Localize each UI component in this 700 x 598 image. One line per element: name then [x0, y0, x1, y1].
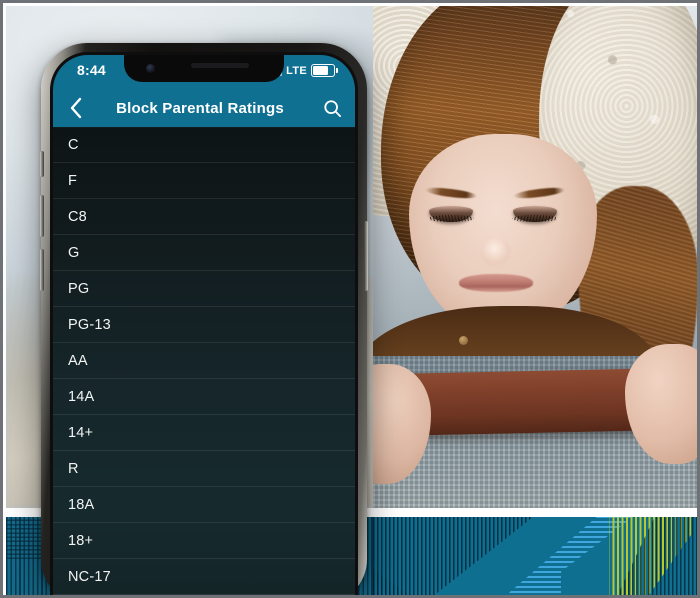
front-camera-icon — [146, 64, 155, 73]
bottom-right-white-strip — [373, 508, 697, 517]
rating-list-item[interactable]: NC-17 — [53, 559, 355, 595]
pattern-wedge-lightblue-small — [501, 563, 561, 595]
parental-ratings-list[interactable]: C F C8 G PG PG-13 AA 14A 14+ R 18A 18+ NC-17 — [53, 127, 355, 595]
volume-up-button[interactable] — [40, 195, 44, 237]
phone-screen: 8:44 LTE Block Parental Ratings C F C8 G… — [53, 55, 355, 595]
power-button[interactable] — [364, 221, 368, 291]
phone-bezel: 8:44 LTE Block Parental Ratings C F C8 G… — [50, 52, 358, 595]
rating-list-item-label: F — [68, 172, 78, 189]
rating-list-item-label: PG-13 — [68, 316, 111, 333]
rating-list-item-label: 18A — [68, 496, 95, 513]
rating-list-item[interactable]: 14A — [53, 379, 355, 415]
volume-down-button[interactable] — [40, 249, 44, 291]
chevron-left-icon — [70, 97, 81, 119]
rating-list-item-label: 18+ — [68, 532, 94, 549]
rating-list-item-label: PG — [68, 280, 90, 297]
child-nose — [481, 238, 511, 268]
rating-list-item[interactable]: G — [53, 235, 355, 271]
rating-list-item[interactable]: AA — [53, 343, 355, 379]
hero-photo-child-with-tablet — [373, 6, 697, 508]
device-notch — [124, 55, 284, 82]
smartphone-mockup: 8:44 LTE Block Parental Ratings C F C8 G… — [40, 43, 368, 595]
search-button[interactable] — [309, 89, 355, 127]
network-type-label: LTE — [286, 64, 307, 77]
rating-list-item-label: C — [68, 137, 79, 153]
child-mouth — [459, 274, 533, 292]
rating-list-item[interactable]: F — [53, 163, 355, 199]
rating-list-item-label: AA — [68, 352, 88, 369]
rating-list-item[interactable]: C — [53, 127, 355, 163]
app-navigation-bar: Block Parental Ratings — [53, 89, 355, 127]
rating-list-item-label: G — [68, 244, 80, 261]
rating-list-item[interactable]: R — [53, 451, 355, 487]
pattern-wedge-dark-left — [373, 517, 533, 595]
rating-list-item[interactable]: PG — [53, 271, 355, 307]
battery-icon — [311, 64, 338, 77]
rating-list-item-label: 14+ — [68, 424, 94, 441]
child-eyelash-left — [428, 215, 474, 222]
rating-list-item[interactable]: 18+ — [53, 523, 355, 559]
rating-list-item[interactable]: 18A — [53, 487, 355, 523]
shirt-button — [459, 336, 468, 345]
rating-list-item-label: R — [68, 460, 79, 477]
page-title: Block Parental Ratings — [116, 99, 284, 117]
rating-list-item-label: C8 — [68, 208, 87, 225]
mute-switch-button[interactable] — [40, 151, 44, 177]
bottom-right-geometric-pattern — [373, 517, 697, 595]
status-bar-clock: 8:44 — [77, 62, 106, 78]
rating-list-item[interactable]: 14+ — [53, 415, 355, 451]
earpiece-speaker — [191, 63, 249, 68]
rating-list-item-label: NC-17 — [68, 568, 111, 585]
rating-list-item[interactable]: PG-13 — [53, 307, 355, 343]
search-icon — [323, 99, 341, 117]
rating-list-item-label: 14A — [68, 388, 95, 405]
screenshot-stage: 8:44 LTE Block Parental Ratings C F C8 G… — [0, 0, 700, 598]
child-eyelash-right — [512, 215, 558, 222]
rating-list-item[interactable]: C8 — [53, 199, 355, 235]
